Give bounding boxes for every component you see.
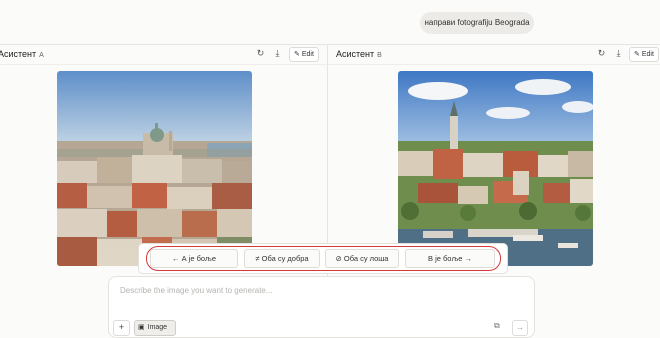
refresh-icon[interactable]: ↻	[254, 47, 267, 60]
pencil-icon: ✎	[294, 51, 300, 58]
user-message-bubble: направи fotografiju Beograda	[420, 12, 534, 34]
assistant-a-title: Асистент A	[0, 49, 44, 59]
refresh-icon[interactable]: ↻	[595, 47, 608, 60]
panel-top-border	[0, 44, 660, 45]
assistant-b-title: Асистент B	[336, 49, 382, 59]
header-divider	[0, 64, 660, 65]
generated-image-a[interactable]	[57, 71, 252, 266]
pencil-icon: ✎	[634, 51, 640, 58]
column-divider	[327, 44, 328, 276]
edit-button-a[interactable]: ✎ Edit	[289, 47, 319, 62]
generated-image-b[interactable]	[398, 71, 593, 266]
highlight-annotation-ring	[146, 246, 501, 271]
send-button[interactable]: →	[512, 320, 528, 336]
download-icon[interactable]: ⤓	[271, 47, 284, 60]
image-mode-chip[interactable]: ▣ Image	[134, 320, 176, 336]
prompt-placeholder[interactable]: Describe the image you want to generate.…	[120, 286, 273, 295]
edit-button-b[interactable]: ✎ Edit	[629, 47, 659, 62]
add-attachment-button[interactable]: +	[113, 320, 130, 336]
download-icon[interactable]: ⤓	[612, 47, 625, 60]
